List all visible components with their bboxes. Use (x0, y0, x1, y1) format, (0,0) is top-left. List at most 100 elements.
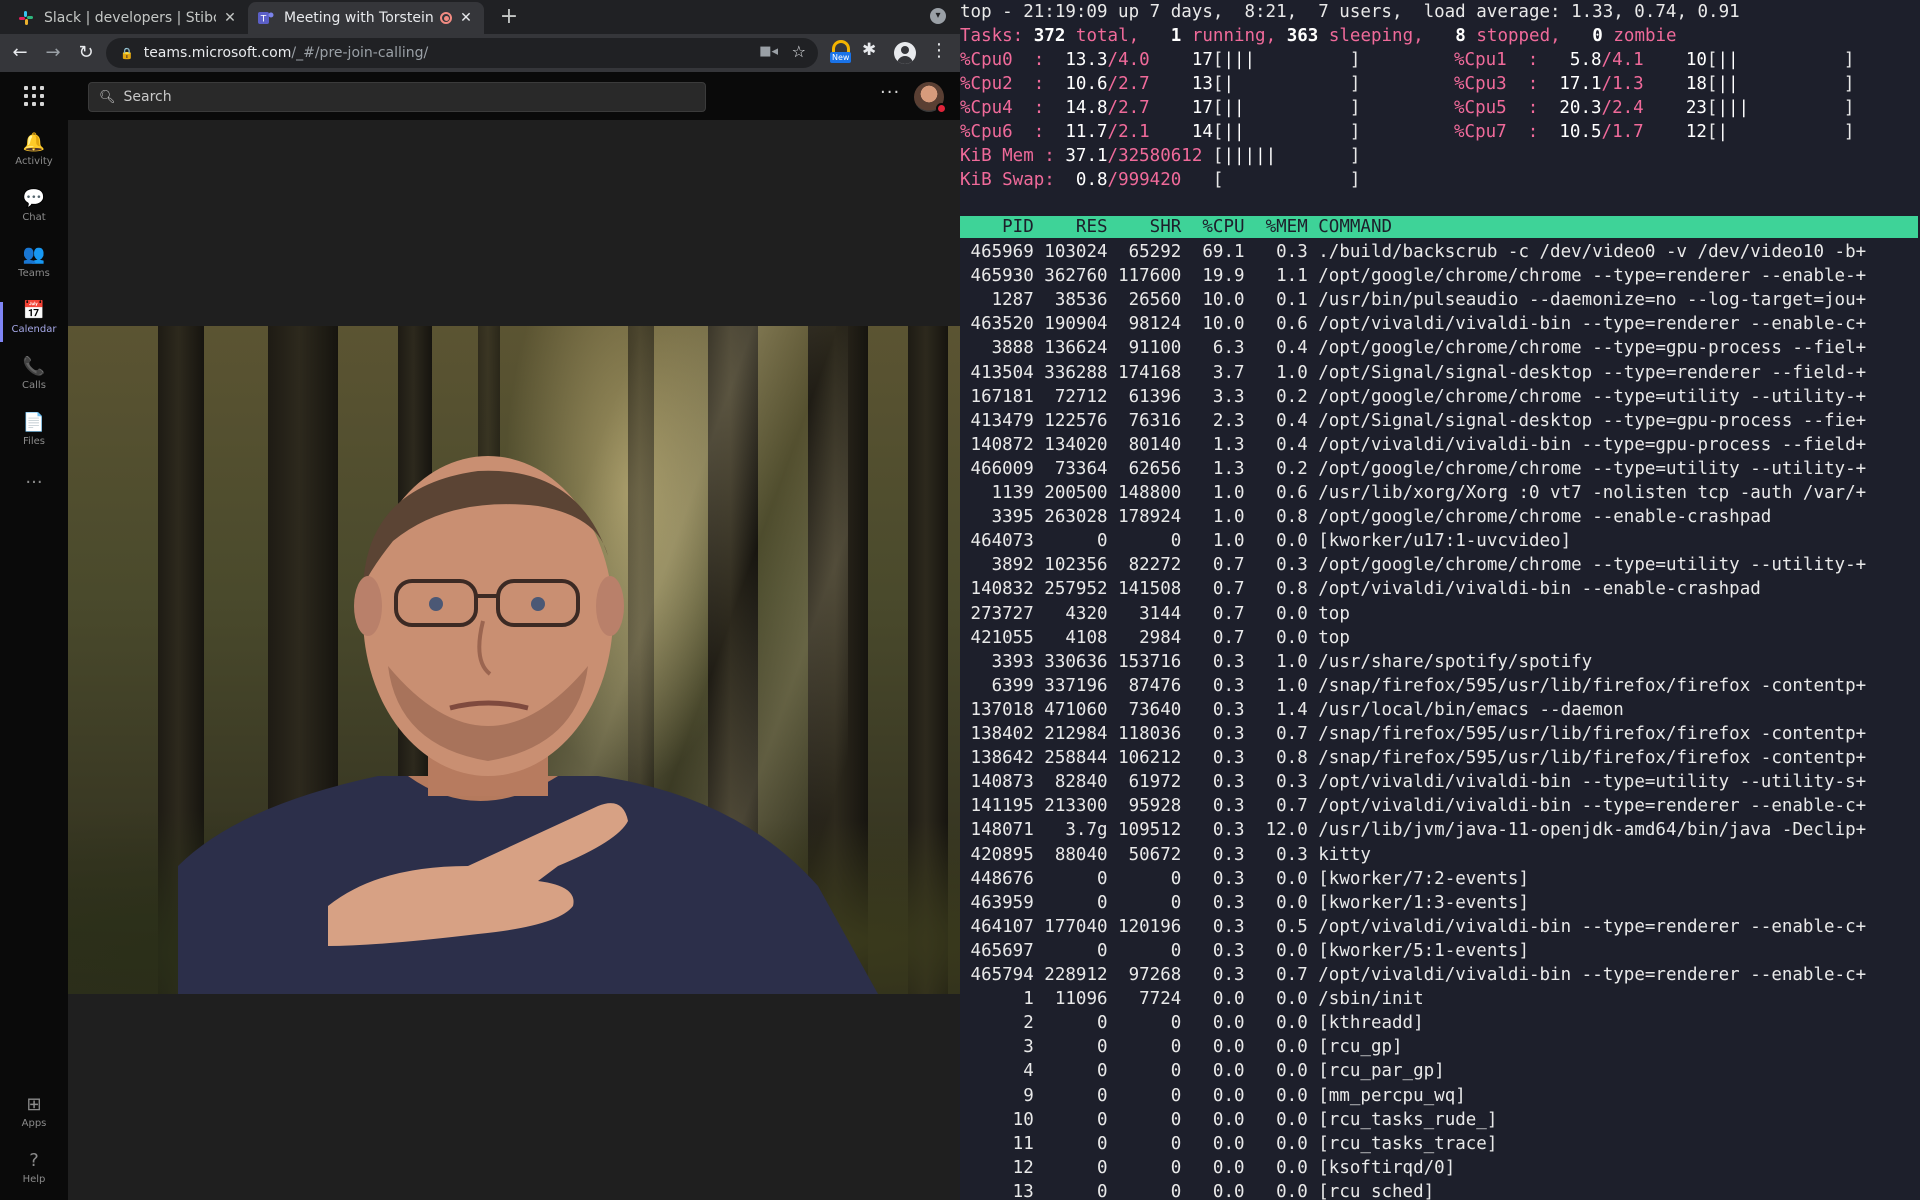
mem-pct: 37.1 (1065, 146, 1108, 166)
star-icon[interactable]: ☆ (792, 42, 806, 61)
cell-pid: 463520 (960, 314, 1034, 335)
rail-item-teams[interactable]: 👥 Teams (0, 242, 68, 298)
rail-label: Teams (18, 268, 50, 279)
lock-icon[interactable]: 🔒 (120, 47, 134, 60)
column-header-pid[interactable]: PID (960, 217, 1034, 237)
search-icon: 🔍︎ (99, 89, 116, 105)
close-icon[interactable]: ✕ (222, 10, 238, 26)
table-row: 464107 177040 120196 0.3 0.5 /opt/vivald… (960, 915, 1867, 939)
cpu-label: %Cpu1 : (1454, 50, 1539, 70)
cell-cpu: 0.7 (1181, 579, 1245, 600)
svg-text:T: T (260, 15, 267, 25)
table-row: 140873 82840 61972 0.3 0.3 /opt/vivaldi/… (960, 770, 1867, 794)
cpu-bar: ||| (1717, 98, 1750, 119)
cell-res: 0 (1033, 1013, 1108, 1034)
cpu-bar: | (1717, 122, 1729, 143)
rail-item-help[interactable]: ? Help (0, 1148, 68, 1200)
bar-open: [ (1212, 74, 1224, 95)
cell-res: 0 (1033, 1181, 1108, 1200)
cell-res: 3.7g (1033, 820, 1108, 841)
rail-item-calls[interactable]: 📞 Calls (0, 354, 68, 410)
new-tab-button[interactable]: + (496, 4, 522, 30)
cpu-user: 20.3 (1559, 98, 1602, 119)
cell-command: /opt/google/chrome/chrome --type=gpu-pro… (1307, 338, 1867, 359)
cell-res: 11096 (1033, 989, 1108, 1010)
avatar[interactable] (914, 82, 947, 114)
bar-close: ] (1843, 122, 1855, 143)
camera-icon[interactable]: ■◂ (759, 44, 778, 59)
cpu-meter-7: %Cpu7 : 10.5/1.7 12[| ] (1454, 120, 1854, 144)
mem-bar: ||||| (1223, 146, 1277, 166)
camera-preview (68, 326, 960, 994)
cell-command: /opt/google/chrome/chrome --type=utility… (1307, 458, 1867, 479)
forward-icon[interactable]: → (40, 40, 66, 66)
rail-item-activity[interactable]: 🔔 Activity (0, 130, 68, 186)
column-header-res[interactable]: RES (1034, 217, 1108, 237)
cpu-slash: / (1601, 122, 1613, 143)
extension-rainbow-icon[interactable]: New (830, 40, 852, 64)
tasks-zombie: 0 (1592, 26, 1603, 46)
process-table-header[interactable]: PID RES SHR %CPU %MEM COMMAND (960, 216, 1918, 238)
profile-icon[interactable] (894, 42, 916, 64)
cell-res: 212984 (1033, 724, 1108, 744)
browser-window: Slack | developers | Stibo C ✕ T Meeting… (0, 0, 960, 1200)
rail-item-apps[interactable]: ⊞ Apps (0, 1092, 68, 1148)
cpu-bar: || (1223, 122, 1245, 143)
table-row: 465697 0 0 0.3 0.0 [kworker/5:1-events] (960, 939, 1529, 963)
cell-cpu: 0.0 (1181, 1085, 1245, 1106)
cell-command: [kworker/1:3-events] (1307, 892, 1529, 913)
column-header-shr[interactable]: SHR (1108, 217, 1182, 237)
close-icon[interactable]: ✕ (458, 10, 474, 26)
browser-menu-icon[interactable]: ⋮ (930, 40, 948, 61)
extensions-puzzle-icon[interactable]: ✱ (862, 40, 876, 60)
column-header-command[interactable]: COMMAND (1308, 217, 1392, 237)
rail-item-files[interactable]: 📄 Files (0, 410, 68, 466)
cell-pid: 148071 (960, 820, 1034, 841)
cell-res: 213300 (1033, 796, 1108, 817)
terminal-top[interactable]: top - 21:19:09 up 7 days, 8:21, 7 users,… (960, 0, 1920, 1200)
more-apps-icon[interactable]: ··· (0, 472, 68, 493)
cell-res: 0 (1033, 1133, 1108, 1154)
back-icon[interactable]: ← (7, 40, 33, 66)
tab-search-icon[interactable]: ▾ (930, 8, 946, 24)
tab-teams-meeting[interactable]: T Meeting with Torstein K ✕ (248, 2, 484, 34)
table-row: 12 0 0 0.0 0.0 [ksoftirqd/0] (960, 1156, 1456, 1180)
cell-shr: 73640 (1107, 699, 1182, 720)
cell-shr: 61396 (1107, 386, 1182, 407)
cell-res: 4320 (1033, 603, 1108, 624)
cell-command: /opt/vivaldi/vivaldi-bin --type=renderer… (1307, 916, 1867, 937)
tasks-running: 1 (1170, 26, 1182, 46)
cpu-percent: 17 (1191, 98, 1213, 119)
cell-mem: 0.8 (1244, 579, 1308, 600)
cell-cpu: 0.7 (1181, 627, 1245, 648)
cpu-system: 4.0 (1118, 50, 1150, 70)
cell-shr: 80140 (1107, 434, 1182, 455)
cell-command: kitty (1307, 844, 1371, 865)
cell-command: /sbin/init (1307, 989, 1424, 1010)
cell-shr: 61972 (1107, 772, 1182, 793)
cell-mem: 0.0 (1244, 603, 1308, 624)
tab-slack[interactable]: Slack | developers | Stibo C ✕ (8, 2, 248, 34)
rail-label: Apps (21, 1118, 47, 1129)
column-header-pct-cpu[interactable]: %CPU (1181, 217, 1244, 237)
cell-command: /opt/vivaldi/vivaldi-bin --type=gpu-proc… (1307, 434, 1867, 455)
bar-pad (1739, 74, 1844, 94)
url-text[interactable]: teams.microsoft.com/_#/pre-join-calling/ (144, 45, 429, 61)
phone-icon: 📞 (22, 356, 46, 377)
reload-icon[interactable]: ↻ (73, 40, 99, 66)
cell-pid: 13 (960, 1181, 1034, 1200)
search-input[interactable]: 🔍︎ Search (88, 82, 706, 112)
more-options-icon[interactable]: ··· (880, 82, 900, 103)
column-header-pct-mem[interactable]: %MEM (1245, 217, 1308, 237)
app-launcher-icon[interactable] (24, 86, 44, 106)
cell-pid: 3395 (960, 507, 1034, 528)
cell-res: 337196 (1033, 675, 1108, 696)
rail-item-calendar[interactable]: 📅 Calendar (0, 298, 68, 354)
cell-mem: 1.4 (1244, 699, 1308, 720)
rail-item-chat[interactable]: 💬 Chat (0, 186, 68, 242)
tasks-line: Tasks: 372 total, 1 running, 363 sleepin… (960, 24, 1677, 48)
cell-pid: 421055 (960, 627, 1034, 648)
cell-res: 258844 (1033, 748, 1108, 769)
address-bar[interactable]: 🔒 teams.microsoft.com/_#/pre-join-callin… (106, 38, 818, 68)
cell-pid: 3892 (960, 555, 1034, 576)
